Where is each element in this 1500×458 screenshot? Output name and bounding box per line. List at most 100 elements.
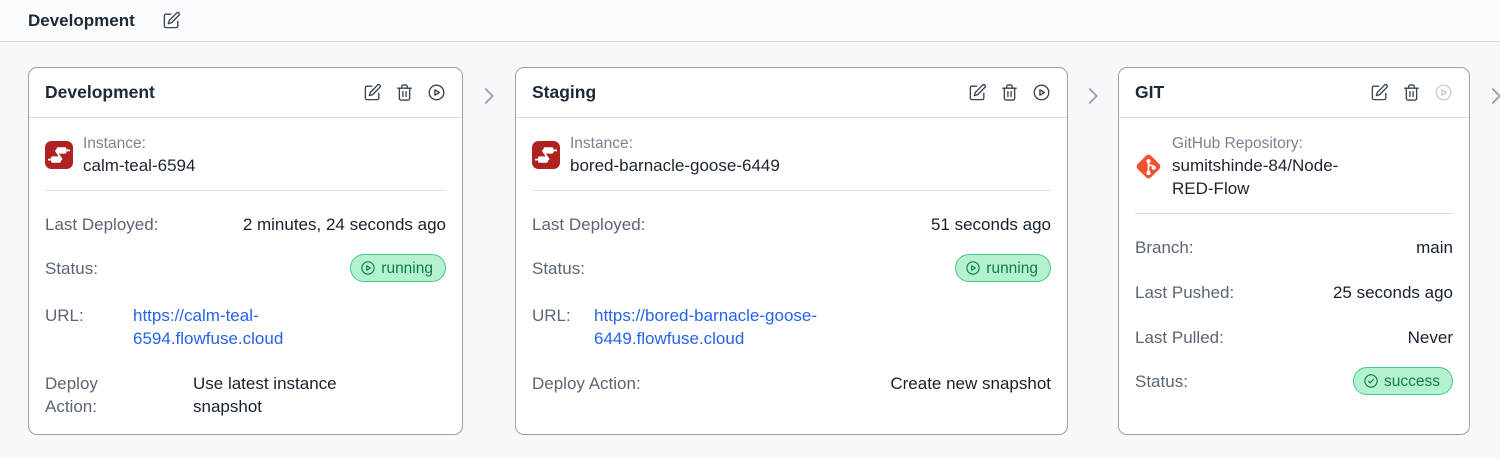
last-pulled-label: Last Pulled: [1135, 328, 1224, 347]
status-row: Status: running [532, 254, 1051, 282]
url-row: URL: https://calm-teal-6594.flowfuse.clo… [45, 304, 446, 350]
instance-row: Instance: calm-teal-6594 [45, 133, 446, 177]
play-circle-icon [428, 84, 445, 101]
deploy-action-label: Deploy Action: [45, 374, 98, 416]
edit-icon [364, 83, 382, 101]
pipeline-title: Development [28, 10, 135, 30]
status-row: Status: success [1135, 367, 1453, 395]
trash-icon [1404, 84, 1419, 101]
trash-icon [1002, 84, 1017, 101]
status-badge: running [955, 254, 1051, 282]
stage-card-staging: Staging Instance: bored-barnacle-goose-6… [515, 67, 1068, 435]
branch-value: main [1416, 238, 1453, 257]
last-pushed-value: 25 seconds ago [1332, 283, 1453, 302]
last-pushed-label: Last Pushed: [1135, 283, 1235, 302]
status-badge-text: success [1384, 372, 1440, 390]
repository-label: GitHub Repository: [1172, 135, 1303, 152]
git-icon [1135, 153, 1162, 180]
status-badge: success [1353, 367, 1453, 395]
stage-header: Staging [516, 68, 1067, 118]
url-label: URL: [532, 306, 571, 325]
edit-pipeline-button[interactable] [162, 11, 181, 30]
instance-url-link[interactable]: https://bored-barnacle-goose-6449.flowfu… [594, 304, 844, 350]
instance-label: Instance: [570, 135, 633, 152]
pipeline-topbar: Development [0, 0, 1500, 42]
run-stage-button[interactable] [1032, 83, 1051, 102]
edit-icon [1371, 83, 1389, 101]
last-deployed-row: Last Deployed: 2 minutes, 24 seconds ago [45, 213, 446, 236]
stage-actions [363, 83, 446, 102]
play-circle-icon [1435, 84, 1452, 101]
last-deployed-row: Last Deployed: 51 seconds ago [532, 213, 1051, 236]
stage-title: Staging [532, 82, 597, 102]
status-label: Status: [45, 258, 98, 278]
delete-stage-button[interactable] [1000, 83, 1019, 102]
deploy-action-row: Deploy Action: Use latest instance snaps… [45, 372, 446, 418]
play-circle-icon [966, 261, 980, 275]
status-badge-text: running [381, 259, 433, 277]
instance-label: Instance: [83, 135, 146, 152]
status-badge: running [350, 254, 446, 282]
stage-separator [1470, 85, 1500, 107]
last-deployed-value: 2 minutes, 24 seconds ago [242, 215, 446, 234]
check-circle-icon [1364, 374, 1378, 388]
run-stage-button[interactable] [1434, 83, 1453, 102]
last-deployed-value: 51 seconds ago [930, 215, 1051, 234]
instance-name: calm-teal-6594 [83, 156, 196, 175]
stage-card-git: GIT GitHub Repository: sumitshinde-84/No… [1118, 67, 1470, 435]
instance-url-link[interactable]: https://calm-teal-6594.flowfuse.cloud [133, 304, 308, 350]
last-pulled-row: Last Pulled: Never [1135, 326, 1453, 349]
stage-body: GitHub Repository: sumitshinde-84/Node-R… [1119, 118, 1469, 411]
edit-stage-button[interactable] [363, 83, 382, 102]
stage-separator [463, 85, 515, 107]
deploy-action-value: Create new snapshot [890, 374, 1051, 393]
last-pushed-row: Last Pushed: 25 seconds ago [1135, 281, 1453, 304]
play-circle-icon [361, 261, 375, 275]
stage-separator [1068, 85, 1118, 107]
instance-row: Instance: bored-barnacle-goose-6449 [532, 133, 1051, 177]
deploy-action-value: Use latest instance snapshot [193, 374, 337, 416]
chevron-right-icon [484, 88, 494, 104]
status-label: Status: [1135, 371, 1188, 391]
deploy-action-label-wrap: Deploy Action: [45, 372, 193, 418]
stage-body: Instance: bored-barnacle-goose-6449 Last… [516, 118, 1067, 411]
instance-info: Instance: calm-teal-6594 [83, 133, 195, 177]
edit-icon [969, 83, 987, 101]
chevron-right-icon [1088, 88, 1098, 104]
stage-body: Instance: calm-teal-6594 Last Deployed: … [29, 118, 462, 434]
repository-info: GitHub Repository: sumitshinde-84/Node-R… [1172, 133, 1377, 200]
delete-stage-button[interactable] [1402, 83, 1421, 102]
status-badge-text: running [986, 259, 1038, 277]
edit-stage-button[interactable] [1370, 83, 1389, 102]
stage-actions [1370, 83, 1453, 102]
edit-icon [163, 11, 180, 29]
node-red-icon [532, 141, 560, 169]
pipeline-stages: Development Instance: calm-teal-6594 Las… [0, 67, 1500, 435]
status-label: Status: [532, 258, 585, 278]
branch-row: Branch: main [1135, 236, 1453, 259]
instance-info: Instance: bored-barnacle-goose-6449 [570, 133, 780, 177]
branch-label: Branch: [1135, 238, 1194, 257]
last-deployed-label: Last Deployed: [532, 215, 646, 234]
play-circle-icon [1033, 84, 1050, 101]
url-row: URL: https://bored-barnacle-goose-6449.f… [532, 304, 1051, 350]
divider [532, 190, 1051, 191]
stage-title: Development [45, 82, 155, 102]
stage-card-development: Development Instance: calm-teal-6594 Las… [28, 67, 463, 435]
last-pulled-value: Never [1407, 328, 1453, 347]
repository-row: GitHub Repository: sumitshinde-84/Node-R… [1135, 133, 1453, 200]
delete-stage-button[interactable] [395, 83, 414, 102]
instance-name: bored-barnacle-goose-6449 [570, 156, 780, 175]
stage-header: Development [29, 68, 462, 118]
last-deployed-label: Last Deployed: [45, 215, 159, 234]
edit-stage-button[interactable] [968, 83, 987, 102]
divider [1135, 213, 1453, 214]
stage-actions [968, 83, 1051, 102]
chevron-right-icon [1491, 88, 1500, 104]
url-label: URL: [45, 306, 84, 325]
run-stage-button[interactable] [427, 83, 446, 102]
deploy-action-row: Deploy Action: Create new snapshot [532, 372, 1051, 395]
repository-name: sumitshinde-84/Node-RED-Flow [1172, 156, 1339, 198]
divider [45, 190, 446, 191]
deploy-action-label: Deploy Action: [532, 374, 641, 393]
